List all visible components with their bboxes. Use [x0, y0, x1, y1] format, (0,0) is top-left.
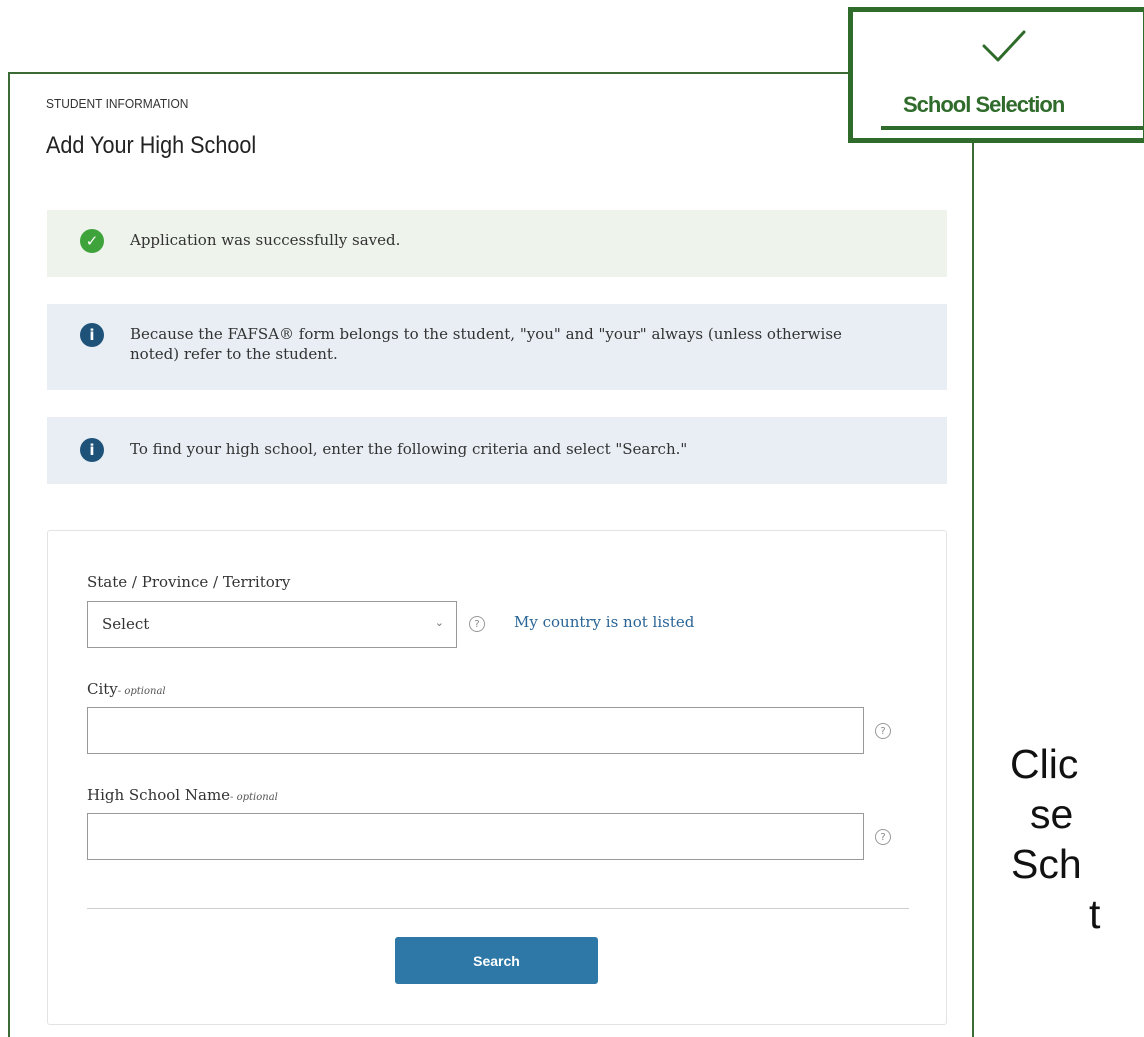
success-alert: ✓ Application was successfully saved. [47, 210, 947, 277]
state-label: State / Province / Territory [87, 573, 291, 591]
city-help-icon[interactable]: ? [875, 723, 891, 739]
ownership-info-text: Because the FAFSA® form belongs to the s… [130, 325, 842, 363]
search-card: State / Province / Territory Select ⌄ ? … [47, 530, 947, 1025]
school-label-text: High School Name [87, 786, 231, 804]
state-select-value: Select [102, 615, 150, 633]
search-info-alert: i To find your high school, enter the fo… [47, 417, 947, 484]
school-label: High School Name- optional [87, 786, 278, 804]
state-help-icon[interactable]: ? [469, 616, 485, 632]
annotation-line: Clic [1010, 741, 1079, 787]
search-button[interactable]: Search [395, 937, 598, 984]
annotation-line: t [1089, 891, 1101, 937]
school-help-icon[interactable]: ? [875, 829, 891, 845]
instruction-annotation: Clic se Sch t [976, 738, 1144, 1037]
info-circle-icon: i [80, 438, 104, 462]
state-select[interactable]: Select ⌄ [87, 601, 457, 648]
school-optional-note: - optional [230, 792, 278, 803]
chevron-down-icon: ⌄ [434, 616, 444, 629]
page-title: Add Your High School [46, 132, 257, 159]
annotation-line: Sch [1011, 841, 1082, 887]
city-label: City- optional [87, 680, 166, 698]
step-label: School Selection [903, 92, 1065, 117]
success-alert-text: Application was successfully saved. [130, 231, 401, 249]
check-circle-icon: ✓ [80, 229, 104, 253]
school-name-input[interactable] [87, 813, 864, 860]
city-label-text: City [87, 680, 118, 698]
country-not-listed-link[interactable]: My country is not listed [514, 613, 694, 631]
step-indicator-school-selection[interactable]: School Selection [848, 7, 1144, 143]
info-circle-icon: i [80, 323, 104, 347]
ownership-info-alert: i Because the FAFSA® form belongs to the… [47, 304, 947, 390]
form-panel: STUDENT INFORMATION Add Your High School… [8, 72, 974, 1037]
step-underline [881, 126, 1143, 130]
checkmark-icon [982, 30, 1026, 62]
section-kicker: STUDENT INFORMATION [46, 96, 189, 111]
divider [87, 908, 909, 909]
city-optional-note: - optional [117, 686, 166, 697]
city-input[interactable] [87, 707, 864, 754]
annotation-line: se [1030, 791, 1074, 837]
search-info-text: To find your high school, enter the foll… [130, 440, 688, 458]
